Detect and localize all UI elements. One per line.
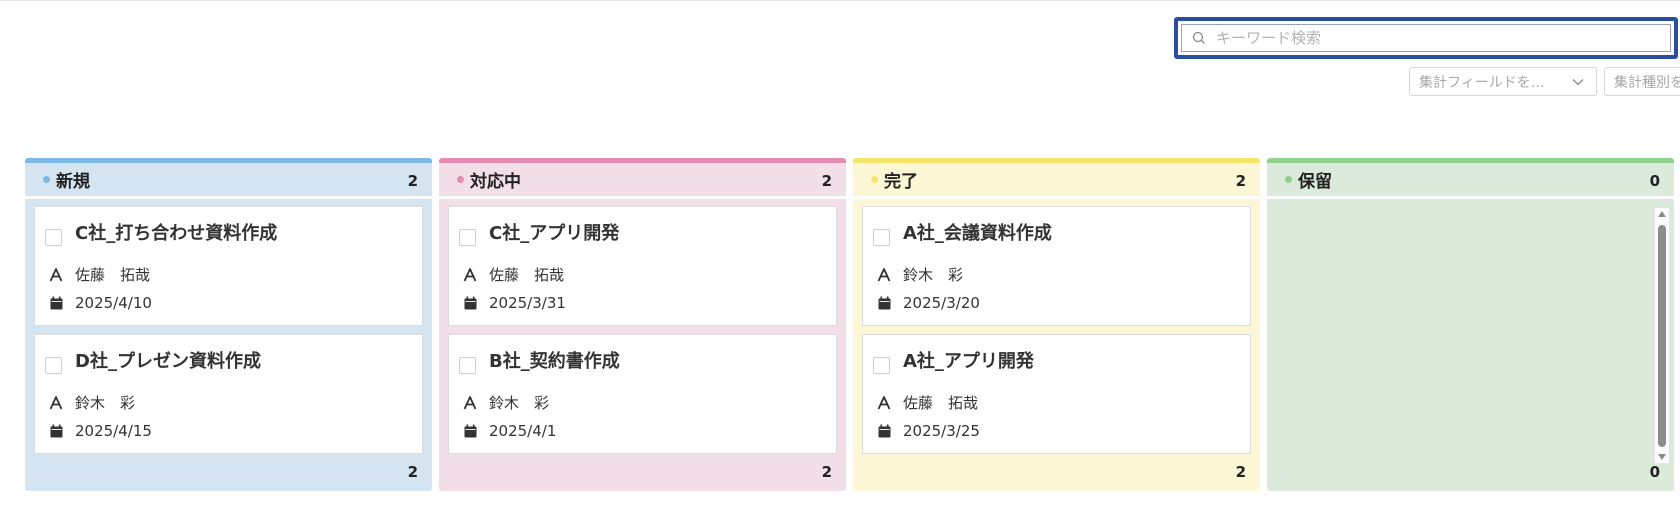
column-header: 保留 0 (1267, 158, 1674, 196)
person-a-icon (877, 395, 891, 411)
card-date-row: 2025/3/25 (877, 422, 980, 440)
card-title[interactable]: A社_会議資料作成 (903, 219, 1052, 245)
column-title: 対応中 (470, 172, 521, 192)
status-dot (43, 176, 50, 183)
calendar-icon (877, 295, 891, 311)
card-assignee: 鈴木 彩 (489, 394, 550, 412)
column-header: 対応中 2 (439, 158, 846, 196)
scroll-up-arrow-icon[interactable] (1658, 211, 1666, 217)
card-assignee-row: 佐藤 拓哉 (463, 264, 564, 285)
card-checkbox[interactable] (459, 357, 476, 374)
card-date-row: 2025/3/20 (877, 294, 980, 312)
column-count: 2 (821, 172, 832, 190)
task-card[interactable]: B社_契約書作成鈴木 彩 2025/4/1 (448, 334, 837, 454)
card-date-row: 2025/4/15 (49, 422, 152, 440)
card-date-row: 2025/3/31 (463, 294, 566, 312)
calendar-icon (49, 295, 63, 311)
search-box[interactable] (1174, 17, 1678, 59)
task-card[interactable]: C社_打ち合わせ資料作成佐藤 拓哉 2025/4/10 (34, 206, 423, 326)
task-card[interactable]: C社_アプリ開発佐藤 拓哉 2025/3/31 (448, 206, 837, 326)
calendar-icon (877, 423, 891, 439)
card-assignee: 鈴木 彩 (903, 266, 964, 284)
card-title[interactable]: A社_アプリ開発 (903, 347, 1034, 373)
aggregate-field-select-label: 集計フィールドを… (1419, 74, 1545, 91)
card-due-date: 2025/3/20 (903, 294, 980, 312)
card-assignee-row: 鈴木 彩 (877, 264, 963, 285)
card-due-date: 2025/4/1 (489, 422, 557, 440)
status-dot (871, 176, 878, 183)
card-title[interactable]: C社_アプリ開発 (489, 219, 619, 245)
card-date-row: 2025/4/10 (49, 294, 152, 312)
kanban-column: 保留 0 0 (1267, 158, 1674, 491)
column-scrollbar[interactable] (1655, 208, 1669, 463)
card-checkbox[interactable] (873, 229, 890, 246)
column-footer-count: 2 (407, 463, 418, 481)
column-count: 2 (407, 172, 418, 190)
top-divider (0, 0, 1680, 1)
column-footer-count: 0 (1649, 463, 1660, 481)
search-icon (1192, 31, 1205, 44)
kanban-column: 完了 2 A社_会議資料作成鈴木 彩 2025/3/20 A社_アプリ開発佐藤 拓哉 20… (853, 158, 1260, 491)
kanban-column: 対応中 2 C社_アプリ開発佐藤 拓哉 2025/3/31 B社_契約書作成鈴木 彩 20… (439, 158, 846, 491)
column-footer-count: 2 (1235, 463, 1246, 481)
aggregate-field-select[interactable]: 集計フィールドを… (1409, 67, 1597, 96)
column-header: 新規 2 (25, 158, 432, 196)
card-checkbox[interactable] (873, 357, 890, 374)
card-checkbox[interactable] (45, 357, 62, 374)
person-a-icon (463, 395, 477, 411)
column-count: 2 (1235, 172, 1246, 190)
task-card[interactable]: A社_会議資料作成鈴木 彩 2025/3/20 (862, 206, 1251, 326)
card-checkbox[interactable] (459, 229, 476, 246)
column-header: 完了 2 (853, 158, 1260, 196)
aggregate-type-select[interactable]: 集計種別を (1604, 67, 1680, 96)
kanban-column: 新規 2 C社_打ち合わせ資料作成佐藤 拓哉 2025/4/10 D社_プレゼン資料作成… (25, 158, 432, 491)
chevron-down-icon (1572, 79, 1584, 86)
card-due-date: 2025/4/10 (75, 294, 152, 312)
card-assignee: 佐藤 拓哉 (903, 394, 979, 412)
card-date-row: 2025/4/1 (463, 422, 556, 440)
calendar-icon (49, 423, 63, 439)
card-due-date: 2025/3/25 (903, 422, 980, 440)
card-assignee-row: 佐藤 拓哉 (49, 264, 150, 285)
search-input[interactable] (1214, 28, 1658, 48)
calendar-icon (463, 423, 477, 439)
person-a-icon (877, 267, 891, 283)
calendar-icon (463, 295, 477, 311)
column-body: 0 (1267, 199, 1674, 491)
card-due-date: 2025/3/31 (489, 294, 566, 312)
search-field[interactable] (1181, 24, 1671, 52)
aggregate-type-select-label: 集計種別を (1614, 74, 1680, 91)
task-card[interactable]: D社_プレゼン資料作成鈴木 彩 2025/4/15 (34, 334, 423, 454)
person-a-icon (49, 267, 63, 283)
column-body: C社_打ち合わせ資料作成佐藤 拓哉 2025/4/10 D社_プレゼン資料作成鈴木 … (25, 199, 432, 491)
card-assignee: 鈴木 彩 (75, 394, 136, 412)
person-a-icon (49, 395, 63, 411)
column-title: 完了 (884, 172, 918, 192)
column-title: 保留 (1298, 172, 1332, 192)
person-a-icon (463, 267, 477, 283)
card-assignee: 佐藤 拓哉 (489, 266, 565, 284)
column-body: C社_アプリ開発佐藤 拓哉 2025/3/31 B社_契約書作成鈴木 彩 2025/4… (439, 199, 846, 491)
column-title: 新規 (56, 172, 90, 192)
card-title[interactable]: B社_契約書作成 (489, 347, 620, 373)
card-assignee-row: 佐藤 拓哉 (877, 392, 978, 413)
task-card[interactable]: A社_アプリ開発佐藤 拓哉 2025/3/25 (862, 334, 1251, 454)
column-body: A社_会議資料作成鈴木 彩 2025/3/20 A社_アプリ開発佐藤 拓哉 2025/… (853, 199, 1260, 491)
card-title[interactable]: C社_打ち合わせ資料作成 (75, 219, 277, 245)
card-checkbox[interactable] (45, 229, 62, 246)
card-assignee-row: 鈴木 彩 (49, 392, 135, 413)
card-assignee: 佐藤 拓哉 (75, 266, 151, 284)
card-title[interactable]: D社_プレゼン資料作成 (75, 347, 261, 373)
scroll-thumb[interactable] (1658, 225, 1666, 447)
card-assignee-row: 鈴木 彩 (463, 392, 549, 413)
status-dot (1285, 176, 1292, 183)
column-count: 0 (1649, 172, 1660, 190)
status-dot (457, 176, 464, 183)
column-footer-count: 2 (821, 463, 832, 481)
card-due-date: 2025/4/15 (75, 422, 152, 440)
scroll-down-arrow-icon[interactable] (1658, 454, 1666, 460)
